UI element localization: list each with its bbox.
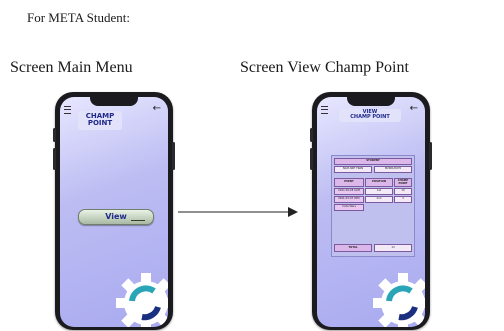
volume-up-button (310, 128, 313, 142)
student-header: STUDENT (334, 158, 412, 165)
screen-title: VIEW CHAMP POINT (339, 109, 401, 122)
power-button (429, 142, 432, 170)
main-menu-screen: ← CHAMP POINT View (60, 97, 168, 327)
view-champ-point-screen: ← VIEW CHAMP POINT STUDENT NAM ANH TRAN … (317, 97, 425, 327)
phone-notch (90, 97, 138, 106)
table-cell: 2021-03-07 ICPC (334, 196, 364, 203)
gear-icon (116, 273, 168, 327)
table-cell: 2021-02-28 ACM (334, 188, 364, 195)
column-header-event: EVENT (334, 178, 364, 187)
heading: For META Student: (27, 10, 130, 25)
back-arrow-icon[interactable]: ← (410, 104, 418, 114)
table-cell: Code Wars (334, 204, 364, 211)
table-cell: 2nd (365, 196, 393, 203)
caption-main-menu: Screen Main Menu (10, 59, 133, 76)
phone-notch (347, 97, 395, 106)
student-name: NAM ANH TRAN (334, 166, 372, 173)
table-cell: 3 (394, 196, 412, 203)
back-arrow-icon[interactable]: ← (153, 104, 161, 114)
volume-down-button (53, 148, 56, 170)
phone-view-champ-point: ← VIEW CHAMP POINT STUDENT NAM ANH TRAN … (310, 92, 432, 330)
app-title-line2: POINT (87, 119, 113, 128)
total-value: 13 (374, 244, 412, 252)
column-header-champ-point: CHAMP POINT (394, 178, 412, 187)
table-cell: 1st (365, 188, 393, 195)
menu-icon[interactable] (64, 106, 71, 114)
column-header-position: POSITION (365, 178, 393, 187)
volume-down-button (310, 148, 313, 170)
gear-icon (373, 273, 425, 327)
screen-title-line2: CHAMP POINT (350, 114, 390, 121)
volume-up-button (53, 128, 56, 142)
menu-icon[interactable] (321, 106, 328, 114)
total-label: TOTAL (334, 244, 372, 252)
table-cell: 10 (394, 188, 412, 195)
flow-arrow (178, 207, 298, 217)
phone-main-menu: ← CHAMP POINT View (53, 92, 175, 330)
app-title: CHAMP POINT (78, 111, 122, 130)
student-id: M2001/0070 (374, 166, 412, 173)
champ-point-table: STUDENT NAM ANH TRAN M2001/0070 EVENT PO… (331, 155, 415, 257)
view-button[interactable]: View (78, 209, 154, 225)
caption-view-champ-point: Screen View Champ Point (240, 59, 409, 76)
power-button (172, 142, 175, 170)
